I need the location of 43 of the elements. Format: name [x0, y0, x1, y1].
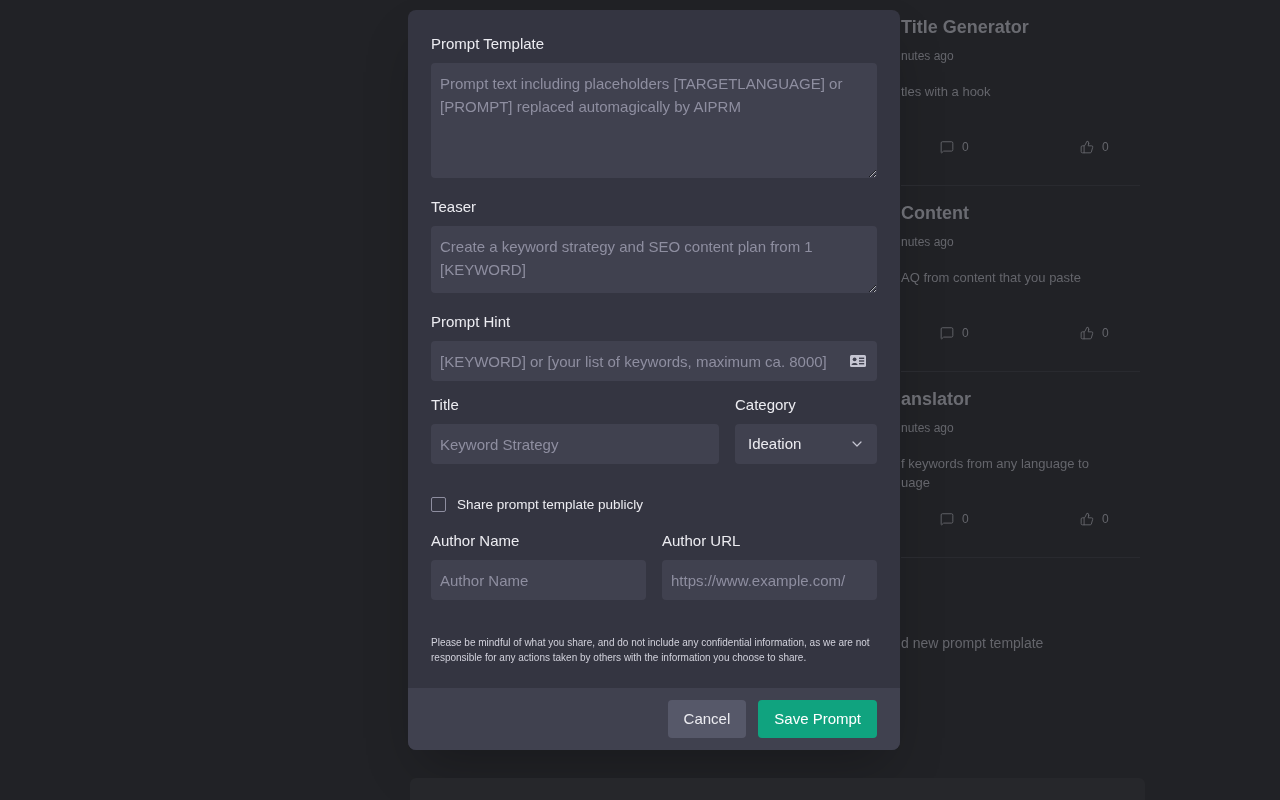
field-label: Teaser — [431, 197, 477, 217]
author-name-field[interactable]: Author Name — [431, 560, 646, 600]
disclaimer-text: Please be mindful of what you share, and do not include any confidential information, as we are not responsible for any actions taken by others with the information you choose to share. — [431, 636, 871, 665]
field-label: Prompt Template — [431, 34, 545, 54]
field-label: Title — [431, 395, 459, 415]
card-description: f keywords from any language to — [901, 455, 1089, 473]
comment-count: 0 — [962, 325, 969, 341]
card-time: nutes ago — [901, 48, 954, 64]
card-time: nutes ago — [901, 234, 954, 250]
prompt-hint-field[interactable]: [KEYWORD] or [your list of keywords, maximum ca. 8000] — [431, 341, 877, 381]
card-title: Content — [901, 202, 969, 224]
comment-icon — [940, 140, 954, 154]
like-count: 0 — [1102, 511, 1109, 527]
save-button[interactable]: Save Prompt — [758, 700, 877, 738]
like-count: 0 — [1102, 325, 1109, 341]
card-title: Title Generator — [901, 16, 1029, 38]
comment-icon — [940, 512, 954, 526]
card-description: uage — [901, 474, 930, 492]
checkbox[interactable] — [431, 497, 446, 512]
card-description: tles with a hook — [901, 83, 991, 101]
share-label: Share prompt template publicly — [457, 495, 644, 514]
category-select[interactable]: Ideation — [735, 424, 877, 464]
field-label: Author URL — [662, 531, 741, 551]
card-time: nutes ago — [901, 420, 954, 436]
card-description: AQ from content that you paste — [901, 269, 1081, 287]
like-count: 0 — [1102, 139, 1109, 155]
thumbs-up-icon — [1080, 512, 1094, 526]
id-card-icon — [850, 355, 866, 367]
cancel-button[interactable]: Cancel — [667, 700, 747, 738]
title-field[interactable]: Keyword Strategy — [431, 424, 719, 464]
comment-count: 0 — [962, 139, 969, 155]
teaser-field[interactable]: Create a keyword strategy and SEO content plan from 1 [KEYWORD] — [431, 226, 877, 293]
prompt-template-field[interactable]: Prompt text including placeholders [TARGETLANGUAGE] or [PROMPT] replaced automagically by AIPRM — [431, 63, 877, 178]
comment-icon — [940, 326, 954, 340]
author-url-field[interactable]: https://www.example.com/ — [662, 560, 877, 600]
field-label: Prompt Hint — [431, 312, 511, 332]
thumbs-up-icon — [1080, 140, 1094, 154]
field-label: Author Name — [431, 531, 520, 551]
comment-count: 0 — [962, 511, 969, 527]
add-prompt-text: d new prompt template — [901, 634, 1044, 653]
field-label: Category — [735, 395, 796, 415]
thumbs-up-icon — [1080, 326, 1094, 340]
card-title: anslator — [901, 388, 972, 410]
